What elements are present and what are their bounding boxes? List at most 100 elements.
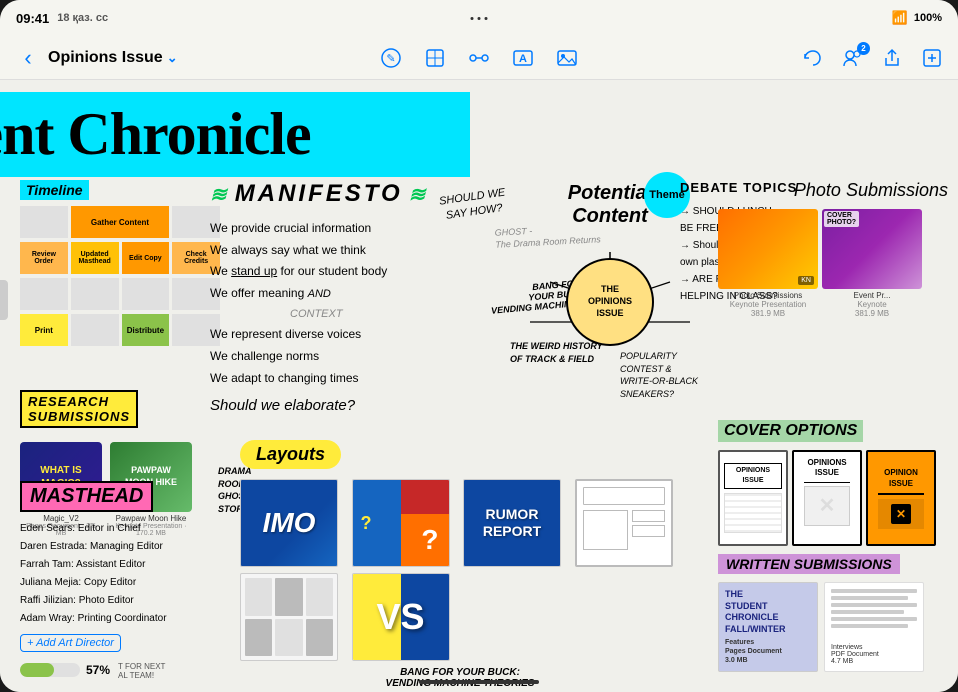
manifesto-question: Should we elaborate? xyxy=(210,397,520,414)
photo-item-2: COVERPHOTO? Event Pr...Keynote381.9 MB xyxy=(822,209,922,318)
manifesto-arrow-right: ≋ xyxy=(409,182,428,207)
timeline-grid: Gather Content xyxy=(20,206,220,238)
battery-label: 100% xyxy=(914,12,942,24)
timeline-grid2: Review Order Updated Masthead Edit Copy … xyxy=(20,242,220,274)
layout-gray[interactable] xyxy=(575,479,673,567)
manifesto-item-1: We provide crucial information xyxy=(210,218,520,240)
masthead-list: Eden Sears: Editor in Chief Daren Estrad… xyxy=(20,520,220,628)
tl-empty1 xyxy=(20,206,68,238)
layouts-label: Layouts xyxy=(240,440,341,469)
cover-options-title: COVER OPTIONS xyxy=(718,420,863,442)
layouts-grid: IMO ? ? RUMORREPORT xyxy=(240,479,680,661)
dot2 xyxy=(478,17,481,20)
tool-connect[interactable] xyxy=(465,44,493,72)
photo-thumb-2: COVERPHOTO? xyxy=(822,209,922,289)
progress-bar-outer xyxy=(20,663,80,677)
layout-boxes[interactable] xyxy=(240,573,338,661)
masthead-member-1: Eden Sears: Editor in Chief xyxy=(20,520,220,538)
written-chronicle-text: THESTUDENTCHRONICLEFALL/WINTER xyxy=(725,589,811,636)
tool-image[interactable] xyxy=(553,44,581,72)
research-label: RESEARCHSUBMISSIONS xyxy=(20,390,138,428)
written-chronicle-thumb: THESTUDENTCHRONICLEFALL/WINTER FeaturesP… xyxy=(718,582,818,672)
manifesto-item-5: CONTEXT xyxy=(210,305,520,325)
photo-submissions-section: Photo Submissions KN Photo SubmissionsKe… xyxy=(718,180,948,324)
share-button[interactable] xyxy=(878,44,906,72)
status-bar: 09:41 18 қаз. сс 📶 100% xyxy=(0,0,958,36)
toolbar: ‹ Opinions Issue ⌄ ✎ A xyxy=(0,36,958,80)
photo-label-1: Photo SubmissionsKeynote Presentation381… xyxy=(730,291,807,318)
tl-updated: Updated Masthead xyxy=(71,242,119,274)
title-chevron: ⌄ xyxy=(167,50,178,66)
manifesto-item-6: We represent diverse voices xyxy=(210,324,520,346)
cover-options-section: COVER OPTIONS OPINIONSISSUE OPINIONSISSU… xyxy=(718,420,948,546)
tool-shape[interactable] xyxy=(421,44,449,72)
written-interviews-thumb: InterviewsPDF Document4.7 MB xyxy=(824,582,924,672)
layout-rumor[interactable]: RUMORREPORT xyxy=(463,479,561,567)
tl-editcopy: Edit Copy xyxy=(122,242,170,274)
add-art-button[interactable]: + Add Art Director xyxy=(20,634,121,652)
canvas-area[interactable]: The Student Chronicle Timeline Gather Co… xyxy=(0,80,958,692)
big-title: The Student Chronicle xyxy=(0,92,470,177)
masthead-member-3: Farrah Tam: Assistant Editor xyxy=(20,556,220,574)
bang-bottom-label: BANG FOR YOUR BUCK:VENDING MACHINE THEOR… xyxy=(240,667,680,689)
manifesto-item-7: We challenge norms xyxy=(210,346,520,368)
home-indicator[interactable] xyxy=(419,680,539,684)
manifesto-item-3: We stand up for our student body xyxy=(210,261,520,283)
masthead-member-2: Daren Estrada: Managing Editor xyxy=(20,538,220,556)
timeline-grid3 xyxy=(20,278,220,310)
written-row: THESTUDENTCHRONICLEFALL/WINTER FeaturesP… xyxy=(718,582,948,672)
progress-section: 57% T FOR NEXTAL TEAM! xyxy=(20,660,165,680)
tl-gather: Gather Content xyxy=(71,206,170,238)
timeline-section: Timeline Gather Content Review Order Upd… xyxy=(20,180,220,350)
cover-row: OPINIONSISSUE OPINIONSISSUE ✕ OPINIONISS… xyxy=(718,450,948,546)
layouts-section: Layouts IMO ? ? RUMORREPORT xyxy=(240,440,680,689)
photo-submissions-title: Photo Submissions xyxy=(718,180,948,201)
written-chronicle-meta: FeaturesPages Document3.0 MB xyxy=(725,638,811,665)
cover-option-3[interactable]: OPINIONISSUE ✕ xyxy=(866,450,936,546)
timeline-grid4: Print Distribute xyxy=(20,314,220,346)
dot3 xyxy=(485,17,488,20)
photo-label-2: Event Pr...Keynote381.9 MB xyxy=(854,291,891,318)
tl-review: Review Order xyxy=(20,242,68,274)
collaborators-button[interactable]: 2 xyxy=(838,44,866,72)
time: 09:41 xyxy=(16,11,49,26)
back-button[interactable]: ‹ xyxy=(12,42,44,74)
tool-pen[interactable]: ✎ xyxy=(377,44,405,72)
manifesto-item-8: We adapt to changing times xyxy=(210,368,520,390)
tl-e4 xyxy=(71,278,119,310)
masthead-member-6: Adam Wray: Printing Coordinator xyxy=(20,610,220,628)
undo-button[interactable] xyxy=(798,44,826,72)
manifesto-arrow-left: ≋ xyxy=(210,182,229,207)
written-submissions-title: WRITTEN SUBMISSIONS xyxy=(718,554,900,574)
tl-distribute: Distribute xyxy=(122,314,170,346)
timeline-label: Timeline xyxy=(20,180,89,200)
tool-text[interactable]: A xyxy=(509,44,537,72)
edit-button[interactable] xyxy=(918,44,946,72)
popularity-text: POPULARITYCONTEST &WRITE-OR-BLACKSNEAKER… xyxy=(620,350,698,400)
svg-text:✎: ✎ xyxy=(386,53,395,65)
progress-percent: 57% xyxy=(86,663,110,677)
masthead-member-5: Raffi Jilizian: Photo Editor xyxy=(20,592,220,610)
document-title[interactable]: Opinions Issue ⌄ xyxy=(48,49,178,67)
manifesto-list: We provide crucial information We always… xyxy=(210,218,520,389)
masthead-title: MASTHEAD xyxy=(20,481,153,512)
layout-imo[interactable]: IMO xyxy=(240,479,338,567)
dot1 xyxy=(471,17,474,20)
progress-bar-container: 57% xyxy=(20,663,110,677)
cover-option-1[interactable]: OPINIONSISSUE xyxy=(718,450,788,546)
weird-history-text: THE WEIRD HISTORYOF TRACK & FIELD xyxy=(510,340,603,365)
layout-mixed[interactable]: ? ? xyxy=(352,479,450,567)
sidebar-handle[interactable] xyxy=(0,280,8,320)
photo-row: KN Photo SubmissionsKeynote Presentation… xyxy=(718,209,948,318)
masthead-section: MASTHEAD Eden Sears: Editor in Chief Dar… xyxy=(20,481,220,652)
tl-e7 xyxy=(71,314,119,346)
cover-option-2[interactable]: OPINIONSISSUE ✕ xyxy=(792,450,862,546)
progress-note: T FOR NEXTAL TEAM! xyxy=(118,662,165,680)
written-interviews-meta: InterviewsPDF Document4.7 MB xyxy=(831,644,917,665)
layout-vs[interactable]: VS xyxy=(352,573,450,661)
opinions-bubble: THEOPINIONSISSUE xyxy=(566,258,654,346)
photo-thumb-1: KN xyxy=(718,209,818,289)
manifesto-label: MANIFESTO xyxy=(235,180,403,208)
wifi-icon: 📶 xyxy=(892,10,908,26)
photo-item-1: KN Photo SubmissionsKeynote Presentation… xyxy=(718,209,818,318)
